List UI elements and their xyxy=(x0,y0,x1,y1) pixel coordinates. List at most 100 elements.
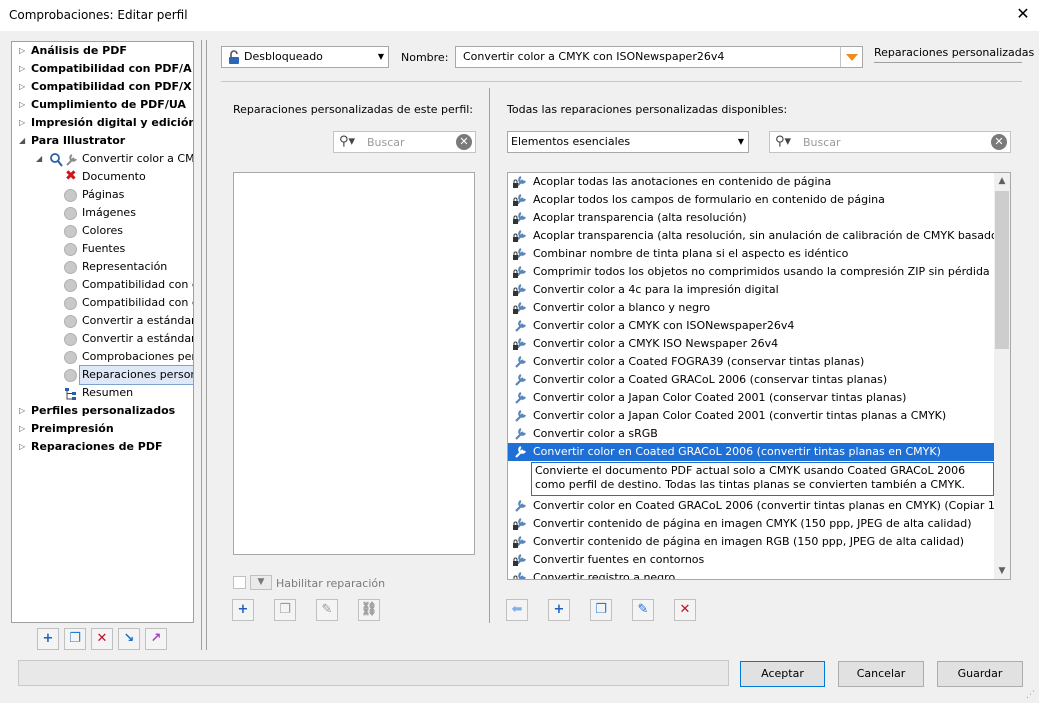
new-fixup-button[interactable]: + xyxy=(548,599,570,621)
tree-item[interactable]: Comprobaciones pers xyxy=(12,348,193,366)
clear-search-icon[interactable]: ✕ xyxy=(991,134,1007,150)
tree-item[interactable]: ◢ Convertir color a CMYK xyxy=(12,150,194,168)
tree-item[interactable]: ▷ Preimpresión xyxy=(12,420,193,438)
fixup-list-item[interactable]: Convertir color a Japan Color Coated 200… xyxy=(508,407,995,425)
tree-item[interactable]: Imágenes xyxy=(12,204,193,222)
fixup-list-item[interactable]: Acoplar todos los campos de formulario e… xyxy=(508,191,995,209)
tree-item[interactable]: Resumen xyxy=(12,384,193,402)
fixup-list-item[interactable]: Convertir registro a negro xyxy=(508,569,995,580)
name-menu-button[interactable] xyxy=(840,47,862,67)
delete-profile-button[interactable]: ✕ xyxy=(91,628,113,650)
tree-item[interactable]: ▷Impresión digital y edición en lí xyxy=(12,114,193,132)
collapse-icon[interactable]: ◢ xyxy=(19,132,29,150)
new-fixup-button[interactable]: + xyxy=(232,599,254,621)
expand-icon[interactable]: ▷ xyxy=(19,42,29,60)
available-fixups-list[interactable]: Acoplar todas las anotaciones en conteni… xyxy=(507,172,1011,580)
fixups-scrollbar[interactable]: ▲ ▼ xyxy=(994,173,1010,579)
scroll-thumb[interactable] xyxy=(995,191,1009,349)
fixup-filter-dropdown[interactable]: Elementos esenciales ▼ xyxy=(507,131,749,153)
link-fixup-button[interactable]: ⛓ xyxy=(358,599,380,621)
duplicate-fixup-button[interactable]: ❐ xyxy=(274,599,296,621)
ok-button[interactable]: Aceptar xyxy=(740,661,825,687)
tree-item[interactable]: ▷ Compatibilidad con PDF/A xyxy=(12,60,193,78)
fixup-list-item[interactable]: Convertir contenido de página en imagen … xyxy=(508,533,995,551)
add-to-profile-button[interactable]: ⬅ xyxy=(506,599,528,621)
fixup-label: Acoplar transparencia (alta resolución) xyxy=(533,211,747,224)
resize-grip-icon[interactable]: ⋰ xyxy=(1026,690,1035,700)
fixup-list-item[interactable]: Convertir color en Coated GRACoL 2006 (c… xyxy=(508,443,995,461)
status-circle-icon xyxy=(64,279,77,292)
tree-item[interactable]: ▷ Reparaciones de PDF xyxy=(12,438,193,456)
fixup-list-item[interactable]: Convertir color a sRGB xyxy=(508,425,995,443)
wrench-icon xyxy=(512,372,530,389)
scroll-up-icon[interactable]: ▲ xyxy=(994,173,1010,189)
tree-item[interactable]: ▷ Perfiles personalizados xyxy=(12,402,193,420)
expand-icon[interactable]: ▷ xyxy=(19,78,29,96)
export-profile-button[interactable]: ↗ xyxy=(145,628,167,650)
delete-fixup-button[interactable]: ✕ xyxy=(674,599,696,621)
tree-item[interactable]: ◢ Para Illustrator xyxy=(12,132,193,150)
fixup-list-item[interactable]: Convertir color en Coated GRACoL 2006 (c… xyxy=(508,497,995,515)
clear-search-icon[interactable]: ✕ xyxy=(456,134,472,150)
tree-item[interactable]: Compatibilidad con es xyxy=(12,294,193,312)
tree-item[interactable]: Compatibilidad con es xyxy=(12,276,193,294)
edit-fixup-button[interactable]: ✎ xyxy=(632,599,654,621)
import-profile-button[interactable]: ↘ xyxy=(118,628,140,650)
fixup-list-item[interactable]: Comprimir todos los objetos no comprimid… xyxy=(508,263,995,281)
edit-fixup-button[interactable]: ✎ xyxy=(316,599,338,621)
tree-item[interactable]: Páginas xyxy=(12,186,193,204)
fixup-list-item[interactable]: Convertir color a CMYK con ISONewspaper2… xyxy=(508,317,995,335)
duplicate-fixup-button[interactable]: ❐ xyxy=(590,599,612,621)
fixup-list-item[interactable]: Convertir color a 4c para la impresión d… xyxy=(508,281,995,299)
close-icon[interactable]: ✕ xyxy=(1014,4,1032,24)
fixup-list-item[interactable]: Convertir color a Coated GRACoL 2006 (co… xyxy=(508,371,995,389)
tree-item-label: Documento xyxy=(82,170,146,183)
expand-icon[interactable]: ▷ xyxy=(19,114,29,132)
enable-options-dropdown[interactable]: ▼ xyxy=(250,575,272,590)
expand-icon[interactable]: ▷ xyxy=(19,60,29,78)
tree-item[interactable]: ▷ Cumplimiento de PDF/UA xyxy=(12,96,193,114)
tree-item[interactable]: Reparaciones persona xyxy=(12,365,193,385)
tree-item[interactable]: Fuentes xyxy=(12,240,193,258)
fixup-list-item[interactable]: Convertir color a blanco y negro xyxy=(508,299,995,317)
fixup-list-item[interactable]: Convertir color a Coated FOGRA39 (conser… xyxy=(508,353,995,371)
fixup-list-item[interactable]: Acoplar transparencia (alta resolución) xyxy=(508,209,995,227)
fixup-label: Convertir registro a negro xyxy=(533,571,676,580)
right-search-box[interactable]: ⚲▾ Buscar ✕ xyxy=(769,131,1011,153)
tree-item[interactable]: Representación xyxy=(12,258,193,276)
tree-item[interactable]: ▷ Compatibilidad con PDF/X xyxy=(12,78,193,96)
enable-fixup-checkbox[interactable] xyxy=(233,576,246,589)
new-profile-button[interactable]: + xyxy=(37,628,59,650)
fixup-list-item[interactable]: Acoplar todas las anotaciones en conteni… xyxy=(508,173,995,191)
fixup-description: Convierte el documento PDF actual solo a… xyxy=(531,462,994,496)
expand-icon[interactable]: ▷ xyxy=(19,402,29,420)
duplicate-profile-button[interactable]: ❐ xyxy=(64,628,86,650)
tree-item[interactable]: Convertir a estándar p xyxy=(12,330,193,348)
delete-fixup-icon: ✕ xyxy=(679,602,691,617)
tree-item[interactable]: ✖ Documento xyxy=(12,168,193,186)
fixup-list-item[interactable]: Convertir fuentes en contornos xyxy=(508,551,995,569)
tree-item[interactable]: Convertir a estándar xyxy=(12,312,193,330)
expand-icon[interactable]: ▷ xyxy=(19,438,29,456)
save-button[interactable]: Guardar xyxy=(937,661,1023,687)
left-search-box[interactable]: ⚲▾ Buscar ✕ xyxy=(333,131,476,153)
profile-fixups-list[interactable] xyxy=(233,172,475,555)
expand-icon[interactable]: ▷ xyxy=(19,420,29,438)
fixup-list-item[interactable]: Combinar nombre de tinta plana si el asp… xyxy=(508,245,995,263)
profile-name-field[interactable]: Convertir color a CMYK con ISONewspaper2… xyxy=(455,46,863,68)
lock-state-label: Desbloqueado xyxy=(244,50,323,63)
tree-item[interactable]: ▷ Análisis de PDF xyxy=(12,42,193,60)
tree-item-label: Convertir color a CMYK xyxy=(82,152,194,165)
fixup-list-item[interactable]: Convertir contenido de página en imagen … xyxy=(508,515,995,533)
profile-tree[interactable]: ▷ Análisis de PDF ▷ Compatibilidad con PDF/… xyxy=(11,41,194,623)
collapse-icon[interactable]: ◢ xyxy=(36,150,46,168)
cancel-button[interactable]: Cancelar xyxy=(838,661,924,687)
fixup-list-item[interactable]: Convertir color a Japan Color Coated 200… xyxy=(508,389,995,407)
lock-state-dropdown[interactable]: Desbloqueado ▼ xyxy=(221,46,389,68)
fixup-list-item[interactable]: Acoplar transparencia (alta resolución, … xyxy=(508,227,995,245)
expand-icon[interactable]: ▷ xyxy=(19,96,29,114)
scroll-down-icon[interactable]: ▼ xyxy=(994,563,1010,579)
fixup-label: Acoplar todas las anotaciones en conteni… xyxy=(533,175,832,188)
fixup-list-item[interactable]: Convertir color a CMYK ISO Newspaper 26v… xyxy=(508,335,995,353)
tree-item[interactable]: Colores xyxy=(12,222,193,240)
